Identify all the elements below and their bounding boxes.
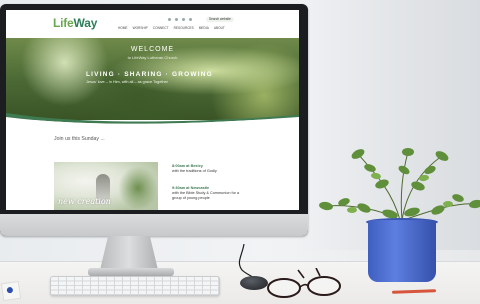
nav-item-resources[interactable]: RESOURCES: [174, 26, 194, 30]
logo-text-way: Way: [73, 16, 98, 30]
logo-text-life: Life: [53, 16, 74, 30]
monitor-screen: LifeWay Search website HOME WORSHIP CONN…: [6, 10, 299, 210]
note-mark: [6, 286, 14, 294]
hero-tagline-heading: LIVING · SHARING · GROWING: [86, 71, 213, 78]
facebook-icon[interactable]: [168, 18, 171, 21]
join-heading: Join us this Sunday ...: [54, 136, 105, 142]
hero-banner: WELCOME to LifeWay Lutheran Church LIVIN…: [6, 38, 299, 120]
nav-item-home[interactable]: HOME: [118, 26, 128, 30]
service-desc: with the traditions of Godly: [172, 169, 217, 173]
image-caption: new creation: [58, 197, 111, 206]
hero-subtitle: to LifeWay Lutheran Church: [127, 55, 178, 60]
monitor-stand-base: [88, 268, 174, 276]
instagram-icon[interactable]: [182, 18, 185, 21]
keyboard[interactable]: [50, 276, 220, 296]
nav-item-about[interactable]: ABOUT: [214, 26, 225, 30]
site-header: LifeWay Search website HOME WORSHIP CONN…: [6, 10, 299, 38]
hero-tagline: Jesus' love – in Him, with all – as grac…: [86, 80, 168, 84]
twitter-icon[interactable]: [175, 18, 178, 21]
service-image[interactable]: new creation: [54, 162, 158, 210]
service-desc: with the Bible Study & Communion for a g…: [172, 191, 240, 200]
nav-item-connect[interactable]: CONNECT: [153, 26, 169, 30]
monitor-stand: [100, 236, 158, 270]
monitor-chin: [0, 214, 308, 236]
site-logo[interactable]: LifeWay: [53, 16, 97, 30]
paper-note: [0, 280, 22, 302]
youtube-icon[interactable]: [189, 18, 192, 21]
nav-item-media[interactable]: MEDIA: [199, 26, 209, 30]
search-button[interactable]: Search website: [206, 17, 234, 22]
hero-welcome: WELCOME: [130, 46, 175, 53]
hero-swoosh: [6, 113, 299, 125]
leaves-decoration: [118, 166, 158, 210]
social-icons: [168, 18, 192, 21]
nav-item-worship[interactable]: WORSHIP: [133, 26, 148, 30]
flower-pot: [368, 220, 436, 282]
service-item: 8:00am at Bexley with the traditions of …: [172, 164, 242, 174]
main-nav: HOME WORSHIP CONNECT RESOURCES MEDIA ABO…: [118, 26, 225, 30]
service-item: 9:30am at Newcastle with the Bible Study…: [172, 186, 242, 201]
monitor: LifeWay Search website HOME WORSHIP CONN…: [0, 4, 308, 236]
